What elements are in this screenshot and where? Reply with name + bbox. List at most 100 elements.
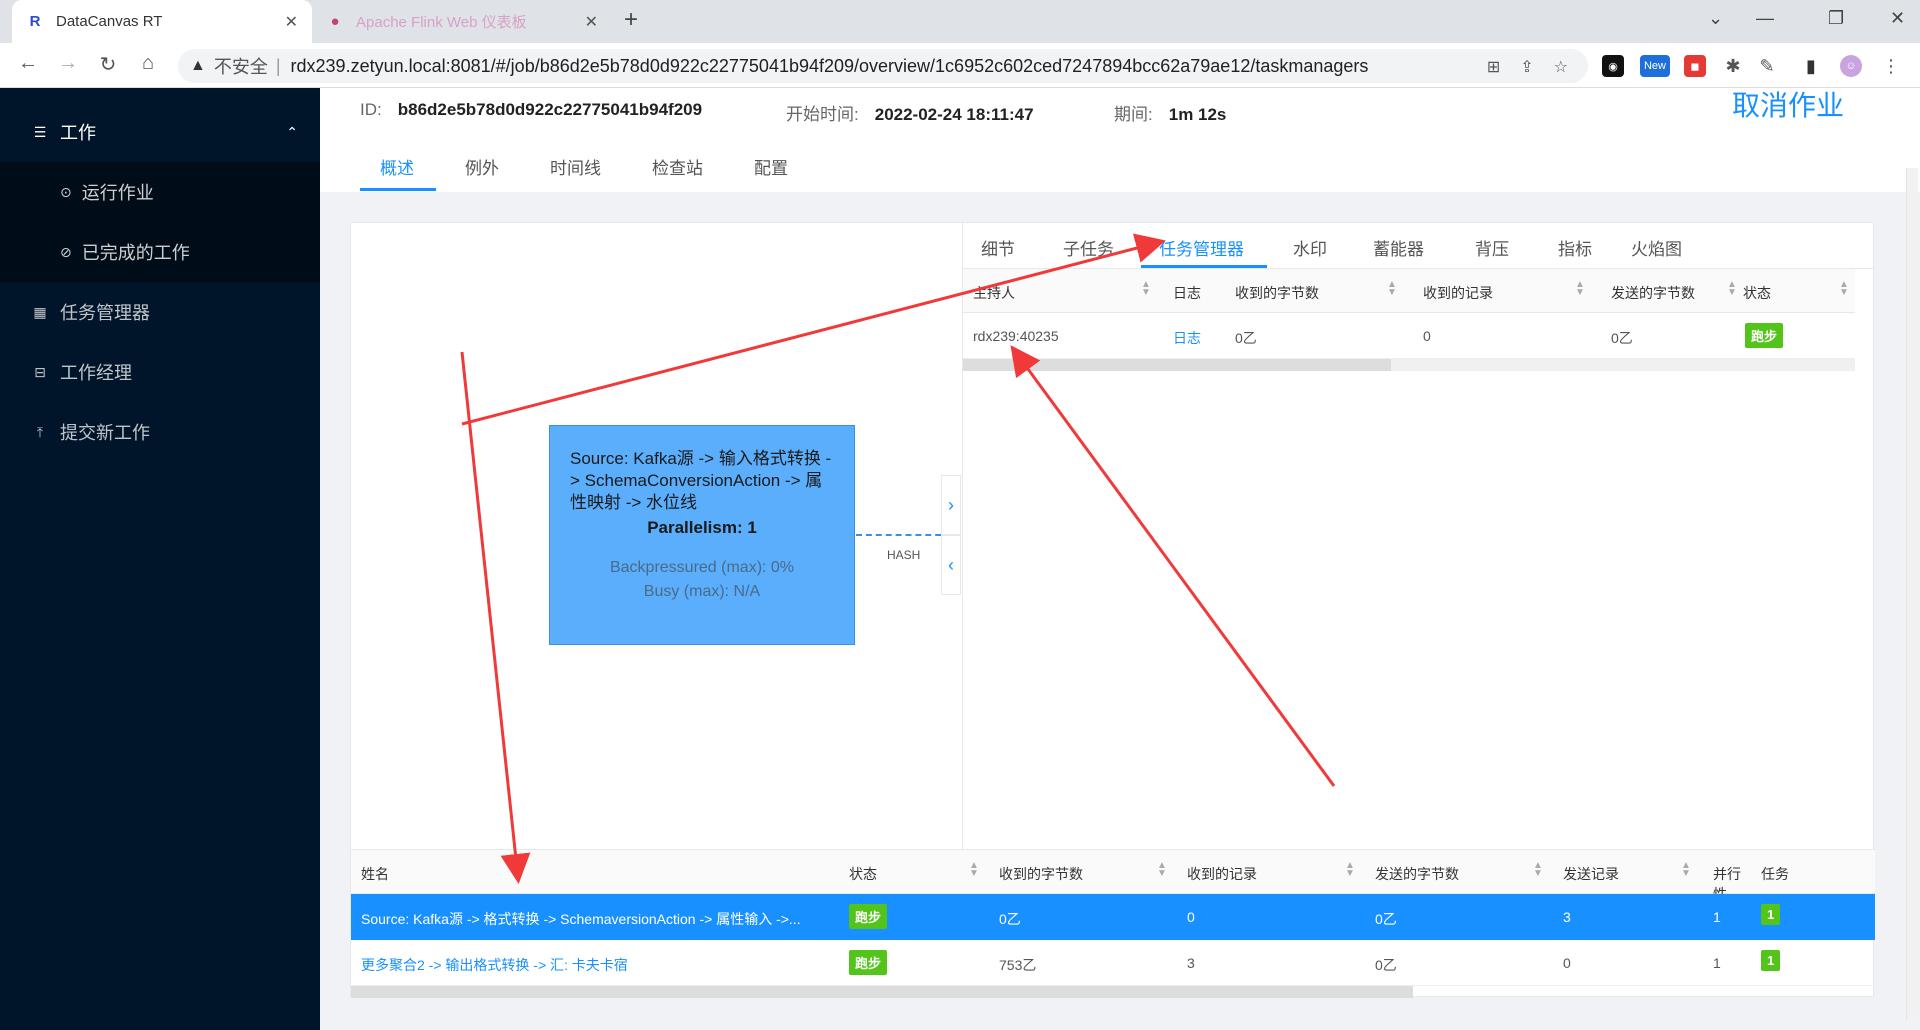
sort-icon[interactable]: ▲ ▼ xyxy=(1157,861,1167,879)
vertex-name[interactable]: Source: Kafka源 -> 格式转换 -> SchemaversionA… xyxy=(361,909,801,929)
share-icon[interactable]: ⇪ xyxy=(1520,57,1533,77)
col-records-received[interactable]: 收到的记录 xyxy=(1187,864,1257,884)
vertex-detail-panel: 细节 子任务 任务管理器 水印 蓄能器 背压 指标 火焰图 主持人 ▲ ▼ 日志 … xyxy=(962,223,1875,849)
taskmanager-log-link[interactable]: 日志 xyxy=(1173,328,1201,348)
col-status[interactable]: 状态 xyxy=(1743,283,1771,303)
new-tab-button[interactable]: + xyxy=(624,6,638,34)
vertex-name[interactable]: 更多聚合2 -> 输出格式转换 -> 汇: 卡夫卡宿 xyxy=(361,955,628,975)
tab-overview[interactable]: 概述 xyxy=(380,154,414,179)
browser-tab-flink[interactable]: ● Apache Flink Web 仪表板 ✕ xyxy=(312,0,612,43)
reload-icon[interactable]: ↻ xyxy=(94,52,122,77)
graph-node-title: Source: Kafka源 -> 输入格式转换 -> SchemaConver… xyxy=(570,449,832,512)
sidebar-item-label: 任务管理器 xyxy=(60,303,150,323)
horizontal-scrollbar[interactable] xyxy=(963,359,1391,371)
browser-tab-title: DataCanvas RT xyxy=(56,13,163,30)
bytes-sent-value: 0乙 xyxy=(1375,911,1397,927)
tab-search-icon[interactable]: ⌄ xyxy=(1708,8,1723,29)
home-icon[interactable]: ⌂ xyxy=(134,52,162,75)
sort-icon[interactable]: ▲ ▼ xyxy=(1839,280,1849,298)
chevron-left-icon[interactable]: ‹ xyxy=(941,535,961,595)
sidebar-item-submit-job[interactable]: ⤒ 提交新工作 xyxy=(0,402,320,462)
sort-icon[interactable]: ▲ ▼ xyxy=(1141,280,1151,298)
tab-backpressure[interactable]: 背压 xyxy=(1475,235,1509,260)
close-tab-icon[interactable]: ✕ xyxy=(285,12,298,32)
job-graph[interactable]: Source: Kafka源 -> 输入格式转换 -> SchemaConver… xyxy=(351,223,961,849)
col-name[interactable]: 姓名 xyxy=(361,864,389,884)
extension-icon[interactable]: ◉ xyxy=(1602,55,1624,77)
avatar[interactable]: ☺ xyxy=(1840,55,1862,77)
sort-icon[interactable]: ▲ ▼ xyxy=(1575,280,1585,298)
sort-icon[interactable]: ▲ ▼ xyxy=(1681,861,1691,879)
tab-configuration[interactable]: 配置 xyxy=(754,154,788,179)
chevron-right-icon[interactable]: › xyxy=(941,475,961,535)
new-extension-icon[interactable]: New xyxy=(1640,55,1670,77)
tab-timeline[interactable]: 时间线 xyxy=(550,154,601,179)
col-records-received[interactable]: 收到的记录 xyxy=(1423,283,1493,303)
sidebar-item-running-jobs[interactable]: ⊙ 运行作业 xyxy=(0,162,320,222)
horizontal-scrollbar[interactable] xyxy=(351,986,1413,998)
col-tasks[interactable]: 任务 xyxy=(1761,864,1789,884)
sort-icon[interactable]: ▲ ▼ xyxy=(1533,861,1543,879)
table-row[interactable]: 更多聚合2 -> 输出格式转换 -> 汇: 卡夫卡宿 跑步 753乙 3 0乙 … xyxy=(351,940,1875,986)
tab-metrics[interactable]: 指标 xyxy=(1558,235,1592,260)
back-icon[interactable]: ← xyxy=(14,52,42,75)
tab-subtasks[interactable]: 子任务 xyxy=(1063,235,1114,260)
tab-exceptions[interactable]: 例外 xyxy=(465,154,499,179)
tab-taskmanagers[interactable]: 任务管理器 xyxy=(1159,235,1244,260)
tab-accumulators[interactable]: 蓄能器 xyxy=(1373,235,1424,260)
close-window-icon[interactable]: ✕ xyxy=(1890,8,1905,29)
status-badge: 跑步 xyxy=(849,904,888,929)
translate-icon[interactable]: ⊞ xyxy=(1487,57,1500,77)
close-tab-icon[interactable]: ✕ xyxy=(585,12,598,32)
sort-icon[interactable]: ▲ ▼ xyxy=(969,861,979,879)
duration-label: 期间: xyxy=(1114,105,1153,124)
sidebar-item-task-managers[interactable]: ▦ 任务管理器 xyxy=(0,282,320,342)
side-panel-icon[interactable]: ▮ xyxy=(1800,55,1822,77)
pen-icon[interactable]: ✎ xyxy=(1756,55,1778,77)
browser-toolbar: ← → ↻ ⌂ ▲ 不安全 | rdx239.zetyun.local:8081… xyxy=(0,43,1920,88)
sidebar-item-completed-jobs[interactable]: ⊘ 已完成的工作 xyxy=(0,222,320,282)
tab-flamegraph[interactable]: 火焰图 xyxy=(1631,235,1682,260)
minimize-icon[interactable]: — xyxy=(1756,8,1774,29)
upload-icon: ⤒ xyxy=(36,423,44,440)
sidebar-item-jobs[interactable]: ☰ 工作 ⌃ xyxy=(0,102,320,162)
col-status[interactable]: 状态 xyxy=(849,864,877,884)
check-circle-icon: ⊘ xyxy=(60,243,72,260)
puzzle-icon[interactable]: ✱ xyxy=(1722,55,1744,77)
job-start-time: 开始时间: 2022-02-24 18:11:47 xyxy=(786,100,1034,125)
job-overview-card: Source: Kafka源 -> 输入格式转换 -> SchemaConver… xyxy=(350,222,1875,998)
address-bar[interactable]: ▲ 不安全 | rdx239.zetyun.local:8081/#/job/b… xyxy=(178,49,1588,83)
extension-red-icon[interactable]: ◼ xyxy=(1684,55,1706,77)
forward-icon[interactable]: → xyxy=(54,52,82,75)
col-host[interactable]: 主持人 xyxy=(973,283,1015,303)
bookmark-star-icon[interactable]: ☆ xyxy=(1554,57,1568,77)
col-bytes-received[interactable]: 收到的字节数 xyxy=(999,864,1083,884)
col-bytes-received[interactable]: 收到的字节数 xyxy=(1235,283,1319,303)
tab-detail[interactable]: 细节 xyxy=(981,235,1015,260)
records-sent-value: 0 xyxy=(1563,955,1571,971)
sidebar-submenu: ⊙ 运行作业 ⊘ 已完成的工作 xyxy=(0,162,320,282)
restore-icon[interactable]: ❐ xyxy=(1828,8,1844,29)
browser-tab-datacanvas[interactable]: R DataCanvas RT ✕ xyxy=(12,0,312,43)
menu-icon[interactable]: ⋮ xyxy=(1880,55,1902,77)
table-row-selected[interactable]: Source: Kafka源 -> 格式转换 -> SchemaversionA… xyxy=(351,894,1875,940)
sidebar-item-job-manager[interactable]: ⊟ 工作经理 xyxy=(0,342,320,402)
col-bytes-sent[interactable]: 发送的字节数 xyxy=(1611,283,1695,303)
tab-checkpoints[interactable]: 检查站 xyxy=(652,154,703,179)
graph-node[interactable]: Source: Kafka源 -> 输入格式转换 -> SchemaConver… xyxy=(549,425,855,645)
page-scrollbar[interactable] xyxy=(1906,168,1918,1020)
sort-icon[interactable]: ▲ ▼ xyxy=(1727,280,1737,298)
status-badge: 跑步 xyxy=(1745,323,1784,348)
tab-watermarks[interactable]: 水印 xyxy=(1293,235,1327,260)
taskmanager-host: rdx239:40235 xyxy=(973,328,1059,344)
col-bytes-sent[interactable]: 发送的字节数 xyxy=(1375,864,1459,884)
insecure-label: 不安全 xyxy=(213,57,268,77)
cancel-job-button[interactable]: 取消作业 xyxy=(1732,84,1844,124)
sort-icon[interactable]: ▲ ▼ xyxy=(1345,861,1355,879)
sort-icon[interactable]: ▲ ▼ xyxy=(1387,280,1397,298)
busy-value: Busy (max): N/A xyxy=(643,583,761,600)
tasks-badge: 1 xyxy=(1761,904,1781,925)
col-records-sent[interactable]: 发送记录 xyxy=(1563,864,1619,884)
records-received-value: 0 xyxy=(1187,909,1195,925)
bytes-sent-value: 0乙 xyxy=(1611,330,1633,346)
